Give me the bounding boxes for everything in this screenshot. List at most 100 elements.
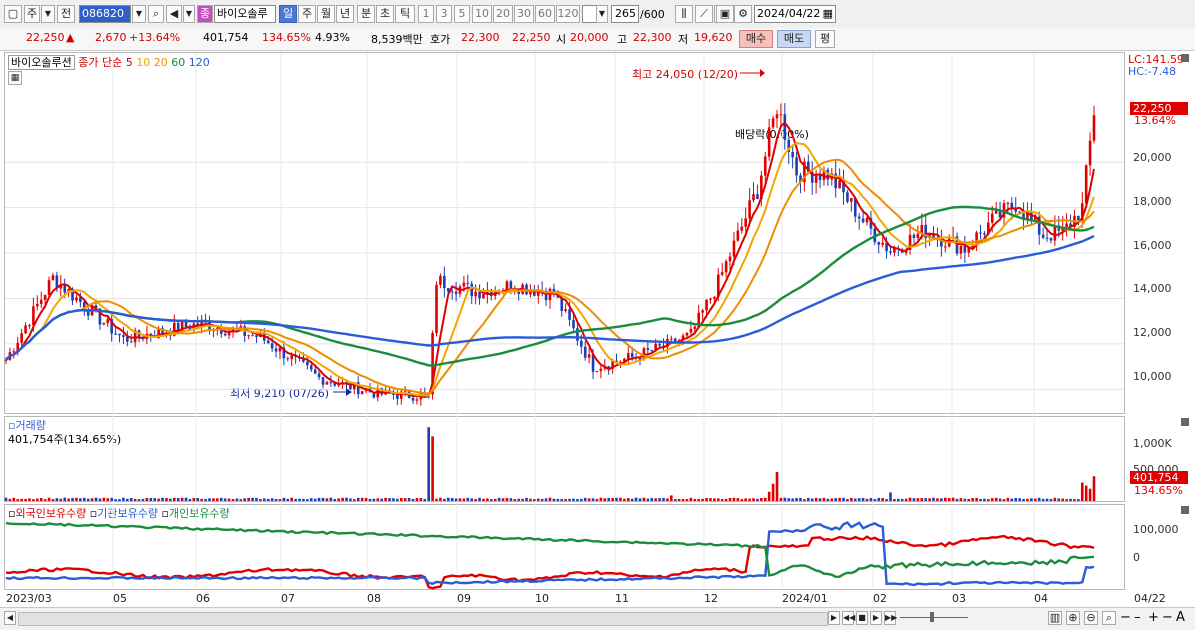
volume-bar bbox=[384, 497, 387, 501]
candle-body bbox=[646, 348, 650, 350]
candle-body bbox=[963, 245, 967, 253]
volume-bar bbox=[603, 498, 607, 501]
volume-bar bbox=[1037, 497, 1041, 501]
volume-bar bbox=[850, 497, 853, 501]
zoom-slider[interactable] bbox=[900, 617, 968, 618]
volume-bar bbox=[43, 499, 47, 501]
volume-bar bbox=[810, 498, 814, 501]
candle-body bbox=[752, 194, 755, 201]
volume-bar bbox=[360, 497, 364, 501]
fast-forward-icon[interactable]: ▶▶ bbox=[884, 611, 897, 625]
volume-bar bbox=[306, 499, 309, 501]
candle-body bbox=[783, 114, 787, 140]
volume-bar bbox=[983, 498, 986, 501]
volume-bar bbox=[1006, 497, 1010, 501]
text-icon[interactable]: A bbox=[1176, 610, 1185, 625]
volume-bar bbox=[356, 497, 360, 501]
volume-bar bbox=[82, 497, 86, 501]
volume-bar bbox=[1041, 498, 1045, 501]
volume-bar bbox=[955, 498, 959, 501]
volume-bar bbox=[990, 498, 994, 501]
scroll-left-icon[interactable]: ◀ bbox=[4, 611, 16, 625]
volume-bar bbox=[450, 497, 454, 501]
volume-bar bbox=[106, 498, 110, 501]
candle-body bbox=[1077, 215, 1080, 221]
candle-body bbox=[979, 232, 982, 234]
volume-bar bbox=[12, 497, 16, 501]
candle-body bbox=[916, 233, 920, 238]
volume-bar bbox=[599, 497, 603, 501]
volume-bar bbox=[333, 498, 337, 501]
candle-body bbox=[75, 297, 78, 301]
candle-body bbox=[857, 216, 861, 219]
play-icon[interactable]: ▶ bbox=[870, 611, 882, 625]
x-label-12: 12 bbox=[704, 592, 718, 605]
candle-body bbox=[450, 291, 454, 293]
volume-bar bbox=[583, 497, 587, 501]
zoom-out-icon[interactable]: ⊖ bbox=[1084, 611, 1098, 625]
volume-bar bbox=[560, 498, 564, 501]
volume-bar bbox=[212, 498, 215, 501]
volume-bar bbox=[912, 498, 916, 501]
volume-bar bbox=[611, 498, 614, 501]
zoom-in-icon[interactable]: ⊕ bbox=[1066, 611, 1080, 625]
volume-bar bbox=[818, 498, 822, 501]
volume-bar bbox=[419, 497, 423, 501]
candle-body bbox=[122, 335, 125, 337]
volume-bar bbox=[290, 497, 293, 501]
candle-body bbox=[32, 306, 35, 326]
volume-bar bbox=[486, 498, 489, 501]
volume-bar bbox=[893, 498, 896, 501]
scrollbar[interactable]: ◀ ▶ ◀◀ ■ ▶ ▶▶ ▥ ⊕ ⊖ ⌕ − – + − A bbox=[0, 607, 1195, 630]
volume-bar bbox=[873, 499, 877, 501]
candle-body bbox=[28, 325, 31, 327]
volume-bar bbox=[439, 497, 442, 501]
scroll-right-icon[interactable]: ▶ bbox=[828, 611, 840, 625]
volume-bar bbox=[4, 497, 8, 501]
minus-icon-2[interactable]: − bbox=[1162, 610, 1173, 625]
x-label-11: 11 bbox=[615, 592, 629, 605]
volume-bar bbox=[1065, 499, 1068, 501]
volume-bar bbox=[8, 498, 12, 501]
volume-bar bbox=[278, 499, 282, 501]
scroll-track[interactable] bbox=[18, 612, 828, 626]
candle-body bbox=[39, 299, 43, 304]
volume-bar bbox=[587, 498, 591, 501]
moving-average-lines bbox=[5, 121, 1095, 399]
dash-icon[interactable]: – bbox=[1134, 610, 1141, 625]
volume-bar bbox=[673, 499, 677, 501]
volume-bar bbox=[540, 498, 544, 501]
volume-bar bbox=[1033, 498, 1037, 501]
candle-body bbox=[709, 298, 712, 300]
tile-icon[interactable]: ▥ bbox=[1048, 611, 1062, 625]
volume-bar bbox=[176, 498, 180, 501]
candle-body bbox=[767, 127, 771, 157]
candle-body bbox=[1010, 202, 1014, 208]
candle-body bbox=[1065, 223, 1068, 228]
plus-icon[interactable]: + bbox=[1148, 610, 1159, 625]
volume-bar bbox=[654, 498, 657, 501]
volume-bar bbox=[736, 498, 740, 501]
candle-body bbox=[990, 213, 994, 223]
candle-body bbox=[912, 234, 916, 238]
candle-body bbox=[478, 291, 481, 299]
zoom-slider-handle[interactable] bbox=[930, 612, 934, 622]
volume-bar bbox=[724, 498, 728, 501]
candle-body bbox=[329, 382, 333, 384]
rewind-icon[interactable]: ◀◀ bbox=[842, 611, 855, 625]
volume-bar bbox=[274, 498, 278, 501]
volume-bar bbox=[337, 498, 340, 501]
x-label-07: 07 bbox=[281, 592, 295, 605]
volume-bar bbox=[662, 497, 665, 501]
volume-bar bbox=[940, 498, 943, 501]
stop-icon[interactable]: ■ bbox=[856, 611, 868, 625]
search-icon-2[interactable]: ⌕ bbox=[1102, 611, 1116, 625]
candle-body bbox=[689, 328, 693, 333]
volume-bar bbox=[102, 497, 106, 501]
volume-bar bbox=[576, 499, 579, 501]
minus-icon[interactable]: − bbox=[1120, 610, 1131, 625]
volume-bar bbox=[716, 498, 720, 501]
volume-bar bbox=[732, 497, 736, 501]
volume-bar bbox=[987, 499, 990, 501]
volume-bar bbox=[564, 498, 567, 501]
